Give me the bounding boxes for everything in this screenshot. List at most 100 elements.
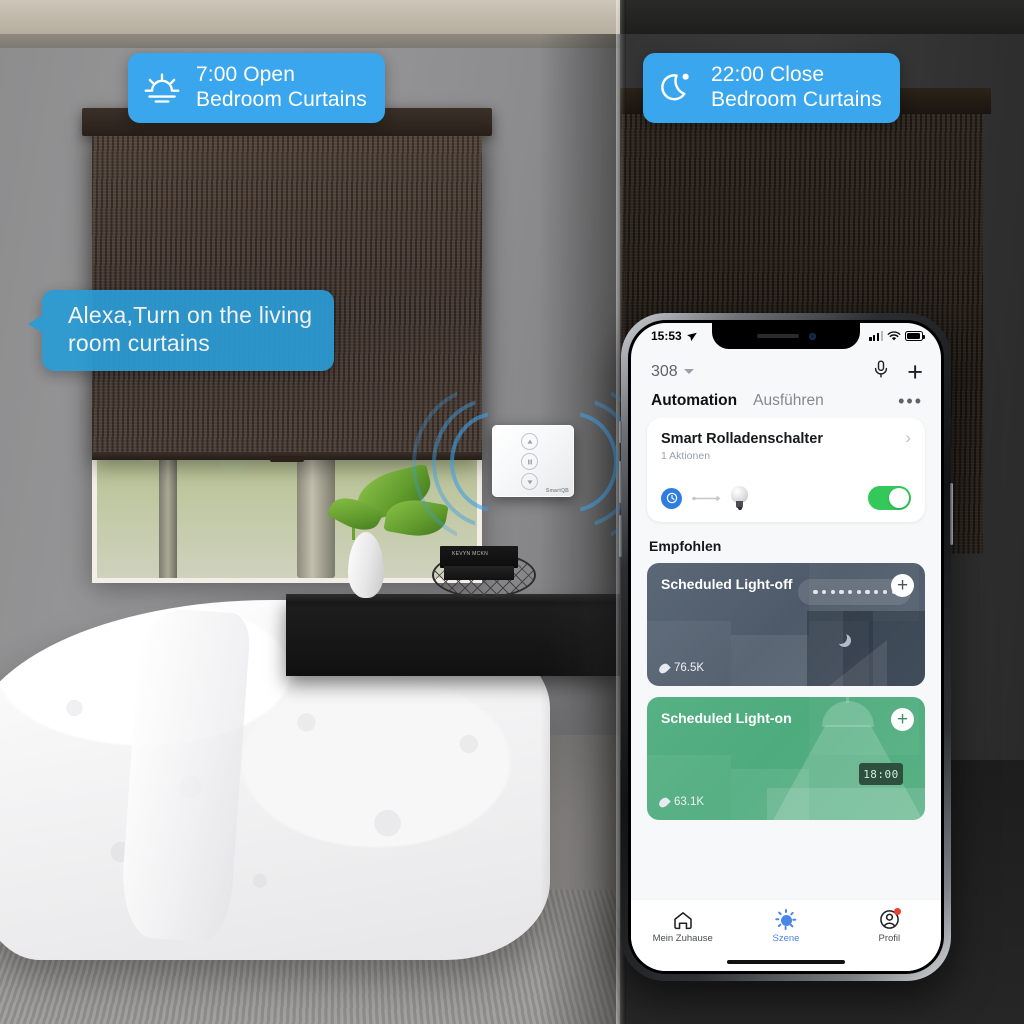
shutter-down-button[interactable] [521,473,538,490]
moon-icon [834,631,847,644]
wifi-icon [887,330,901,340]
voice-command-line2: room curtains [68,329,210,356]
chevron-right-icon[interactable]: › [905,429,911,446]
digital-clock-value: 18:00 [863,767,899,781]
flame-icon [657,795,671,809]
recommended-title: Scheduled Light-on [661,710,792,726]
add-scene-button[interactable]: + [891,574,914,597]
roller-blind-pull [270,456,304,462]
ceiling-shadow-band [0,34,620,48]
location-arrow-icon [686,332,697,341]
app-top-bar: 308 + [631,349,941,388]
bulb-tip [737,507,742,510]
front-camera [808,332,816,340]
schedule-close-line2: Bedroom Curtains [711,87,882,111]
voice-command-bubble: Alexa,Turn on the living room curtains [27,290,335,372]
smart-roller-shutter-switch[interactable]: SmartQB [492,425,574,497]
add-automation-button[interactable]: + [907,358,923,385]
schedule-close-banner: 22:00 Close Bedroom Curtains [643,53,900,123]
lightbulb-icon [731,486,748,510]
home-selector[interactable]: 308 [651,363,694,381]
shutter-up-button[interactable] [521,433,538,450]
tab-label: Profil [878,933,901,944]
home-icon [673,911,692,929]
bottom-tab-bar: Mein Zuhause Szene Profil [631,899,941,953]
arrow-right-icon [692,494,722,503]
up-icon [526,439,533,444]
recommended-title: Scheduled Light-off [661,576,793,592]
scene-list-scroll[interactable]: Smart Rolladenschalter 1 Aktionen › Empf… [631,418,941,899]
notification-badge [894,908,901,915]
automation-enable-toggle[interactable] [868,486,911,510]
power-button[interactable] [950,483,953,545]
ceiling-band [0,0,620,34]
status-left: 15:53 [651,329,697,343]
phone-frame: 15:53 308 + Automation Ausführen ••• Sma… [619,313,953,981]
recommended-likes: 63.1K [657,795,704,809]
tab-profil[interactable]: Profil [838,908,941,944]
tab-automation[interactable]: Automation [651,392,737,410]
recommended-card-light-on[interactable]: 18:00 Scheduled Light-on + 63.1K [647,697,925,820]
down-icon [526,479,533,484]
home-name: 308 [651,362,678,380]
recommended-likes: 76.5K [657,661,705,675]
automation-card-titles: Smart Rolladenschalter 1 Aktionen [661,431,823,462]
recommended-card-light-off[interactable]: Scheduled Light-off + 76.5K [647,563,925,686]
tab-mein-zuhause[interactable]: Mein Zuhause [631,910,734,944]
tab-label: Szene [772,932,800,944]
phone-screen: 15:53 308 + Automation Ausführen ••• Sma… [631,323,941,971]
book-stack-second [444,566,514,580]
flame-icon [657,661,671,675]
volume-down-button[interactable] [619,515,622,557]
tab-label: Mein Zuhause [652,932,713,944]
tab-ausfuehren[interactable]: Ausführen [753,392,824,410]
clock-icon [661,487,682,509]
ellipsis-icon[interactable]: ••• [898,392,923,410]
wall-edge-shadow [540,34,620,1024]
arrow-glyph [692,495,721,501]
bed-fold [118,606,252,944]
sun-icon [775,909,797,930]
tab-szene[interactable]: Szene [734,909,837,944]
automation-tabs: Automation Ausführen ••• [631,388,941,418]
product-lifestyle-scene: KEVYN MCKN SmartQB 7:00 Open Bedroom Cur… [0,0,1024,1024]
schedule-open-line2: Bedroom Curtains [196,87,367,111]
phone-notch [712,323,860,349]
automation-card[interactable]: Smart Rolladenschalter 1 Aktionen › [647,418,925,522]
schedule-open-line1: 7:00 Open [196,63,295,86]
schedule-close-text: 22:00 Close Bedroom Curtains [711,63,882,113]
schedule-close-line1: 22:00 Close [711,63,825,86]
schedule-open-text: 7:00 Open Bedroom Curtains [196,63,367,113]
bedroom-left-half [0,0,620,1024]
digital-clock-art: 18:00 [859,763,903,785]
status-time: 15:53 [651,329,682,343]
shutter-stop-button[interactable] [521,453,538,470]
automation-card-header: Smart Rolladenschalter 1 Aktionen › [661,429,911,462]
sunrise-icon [144,73,180,103]
switch-faceplate: SmartQB [492,425,574,497]
voice-command-text: Alexa,Turn on the living room curtains [68,302,312,357]
switch-brand-label: SmartQB [545,488,569,494]
battery-icon [905,331,925,341]
mute-switch[interactable] [619,421,622,443]
automation-subtitle: 1 Aktionen [661,450,711,462]
earpiece-speaker [756,334,799,338]
pause-icon [527,459,532,464]
add-scene-button[interactable]: + [891,708,914,731]
card-art-floor [767,788,925,820]
volume-up-button[interactable] [619,461,622,503]
book-spine-text: KEVYN MCKN [452,551,489,557]
schedule-open-banner: 7:00 Open Bedroom Curtains [128,53,385,123]
automation-actions-row [661,486,911,510]
person-circle-icon [879,908,901,930]
card-tile [647,621,731,686]
card-tile [647,755,731,820]
voice-button[interactable] [871,359,891,384]
home-indicator[interactable] [631,953,941,971]
chevron-down-icon [683,369,694,374]
phone-bezel: 15:53 308 + Automation Ausführen ••• Sma… [628,320,944,974]
status-right [869,330,925,342]
likes-count: 76.5K [674,662,705,674]
moon-icon [661,73,689,101]
automation-title: Smart Rolladenschalter [661,431,823,447]
